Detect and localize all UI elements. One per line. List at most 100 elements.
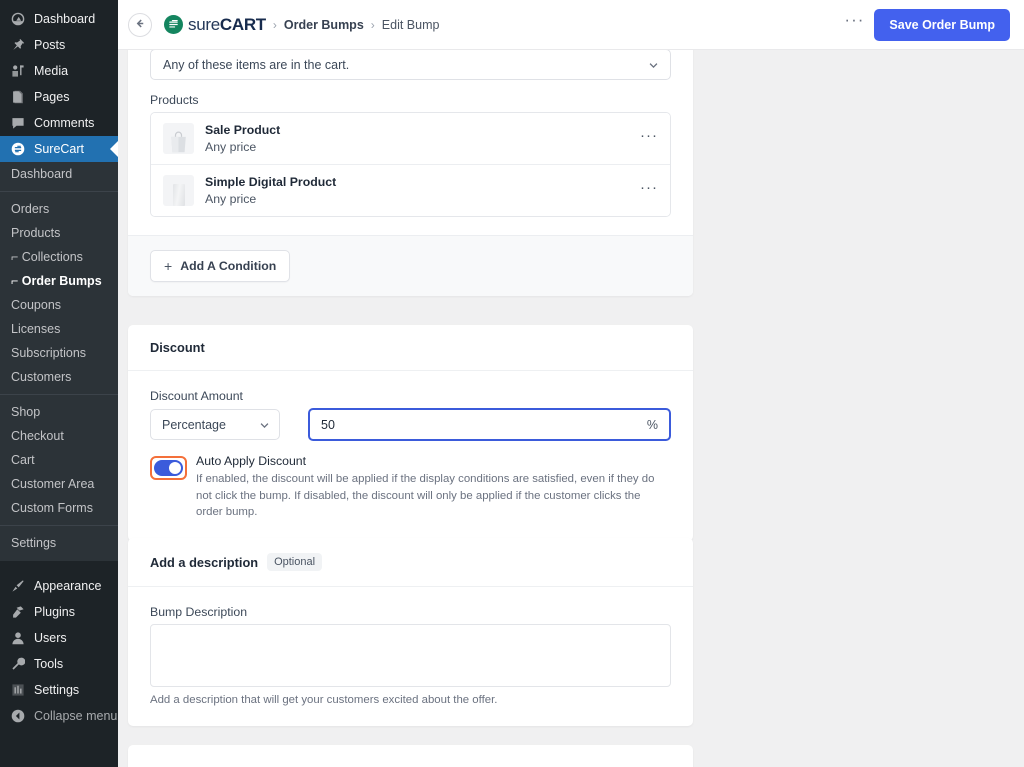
product-meta: Simple Digital Product Any price (205, 174, 640, 207)
sidebar-label: Dashboard (34, 11, 96, 26)
media-icon (9, 62, 27, 80)
description-title: Add a description (150, 554, 259, 570)
sidebar-item-pages[interactable]: Pages (0, 84, 118, 110)
sidebar-item-tools[interactable]: Tools (0, 651, 118, 677)
sidebar-label: Plugins (34, 604, 75, 619)
product-price: Any price (205, 191, 257, 206)
sidebar-item-order-bumps[interactable]: ⌐ Order Bumps (0, 269, 118, 293)
discount-type-value: Percentage (162, 417, 226, 432)
sidebar-item-sc-dashboard[interactable]: Dashboard (0, 162, 118, 186)
sidebar-primary-group: Dashboard Posts Media Pages Comments Sur… (0, 0, 118, 162)
discount-amount-label: Discount Amount (150, 389, 243, 403)
comments-icon (9, 114, 27, 132)
sidebar-label: SureCart (34, 141, 85, 156)
discount-card: Discount Discount Amount Percentage % (128, 325, 693, 541)
appearance-brush-icon (9, 577, 27, 595)
sidebar-item-licenses[interactable]: Licenses (0, 317, 118, 341)
save-order-bump-button[interactable]: Save Order Bump (874, 8, 1010, 41)
auto-apply-discount-label: Auto Apply Discount (196, 454, 307, 468)
sidebar-label: Media (34, 63, 69, 78)
optional-badge: Optional (267, 553, 323, 571)
submenu-divider (0, 191, 118, 192)
wp-admin-sidebar: Dashboard Posts Media Pages Comments Sur… (0, 0, 118, 767)
bump-description-textarea[interactable] (150, 624, 671, 687)
sidebar-item-shop[interactable]: Shop (0, 400, 118, 424)
next-card-peek (128, 745, 693, 767)
add-a-condition-button[interactable]: + Add A Condition (150, 250, 291, 283)
sidebar-label: Pages (34, 89, 70, 104)
discount-amount-input[interactable] (310, 410, 669, 439)
product-row-menu-icon[interactable]: ··· (640, 128, 658, 145)
sidebar-label: Settings (34, 682, 80, 697)
product-meta: Sale Product Any price (205, 122, 640, 155)
sidebar-item-appearance[interactable]: Appearance (0, 573, 118, 599)
discount-card-header: Discount (128, 325, 693, 371)
sidebar-item-surecart[interactable]: SureCart (0, 136, 118, 162)
sidebar-label: Comments (34, 115, 95, 130)
discount-type-select[interactable]: Percentage (150, 409, 280, 440)
sidebar-item-coupons[interactable]: Coupons (0, 293, 118, 317)
sidebar-item-subscriptions[interactable]: Subscriptions (0, 341, 118, 365)
discount-amount-input-wrapper: % (308, 408, 671, 441)
breadcrumb-item-edit-bump: Edit Bump (381, 17, 440, 32)
auto-apply-discount-text: Auto Apply Discount If enabled, the disc… (196, 454, 671, 521)
sidebar-item-sc-settings[interactable]: Settings (0, 531, 118, 555)
sidebar-item-comments[interactable]: Comments (0, 110, 118, 136)
toggle-knob (169, 462, 181, 474)
sidebar-item-checkout[interactable]: Checkout (0, 424, 118, 448)
breadcrumb: › Order Bumps › Edit Bump (266, 18, 440, 32)
surecart-icon (9, 140, 27, 158)
auto-apply-discount-row: Auto Apply Discount If enabled, the disc… (150, 454, 671, 521)
submenu-divider (0, 525, 118, 526)
sidebar-item-collapse-menu[interactable]: Collapse menu (0, 703, 118, 729)
sidebar-item-plugins[interactable]: Plugins (0, 599, 118, 625)
condition-type-select[interactable]: Any of these items are in the cart. (150, 50, 671, 80)
sidebar-item-dashboard[interactable]: Dashboard (0, 6, 118, 32)
add-a-condition-label: Add A Condition (180, 259, 277, 274)
pages-icon (9, 88, 27, 106)
list-item[interactable]: Simple Digital Product Any price ··· (151, 165, 670, 217)
sidebar-item-cart[interactable]: Cart (0, 448, 118, 472)
plus-icon: + (164, 258, 173, 275)
sidebar-item-custom-forms[interactable]: Custom Forms (0, 496, 118, 520)
tote-bag-thumbnail (163, 123, 194, 155)
condition-type-value: Any of these items are in the cart. (163, 57, 350, 72)
collapse-arrow-icon (9, 707, 27, 725)
sidebar-item-products[interactable]: Products (0, 221, 118, 245)
surecart-logo-icon (164, 15, 183, 34)
users-icon (9, 629, 27, 647)
back-button[interactable] (128, 12, 152, 37)
sidebar-item-posts[interactable]: Posts (0, 32, 118, 58)
description-card: Add a description Optional Bump Descript… (128, 538, 693, 726)
percent-suffix: % (646, 417, 658, 432)
plugins-plug-icon (9, 603, 27, 621)
product-row-menu-icon[interactable]: ··· (640, 180, 658, 197)
sidebar-item-customers[interactable]: Customers (0, 365, 118, 389)
logo-text-cart: CART (219, 15, 266, 34)
surecart-logo[interactable]: sureCART (164, 15, 266, 34)
sidebar-item-settings[interactable]: Settings (0, 677, 118, 703)
toggle-highlight-annotation (150, 456, 187, 480)
discount-card-body: Discount Amount Percentage % (128, 371, 693, 541)
sidebar-item-customer-area[interactable]: Customer Area (0, 472, 118, 496)
breadcrumb-separator: › (272, 17, 277, 32)
main-content: Show Bump Offer If Any of these items ar… (118, 50, 1024, 767)
sidebar-label: Collapse menu (34, 708, 118, 723)
sidebar-label: Appearance (34, 578, 102, 593)
sidebar-item-collections[interactable]: ⌐ Collections (0, 245, 118, 269)
sidebar-item-media[interactable]: Media (0, 58, 118, 84)
sidebar-item-orders[interactable]: Orders (0, 197, 118, 221)
logo-text-sure: sure (188, 15, 220, 34)
conditions-card: Show Bump Offer If Any of these items ar… (128, 50, 693, 297)
breadcrumb-item-order-bumps[interactable]: Order Bumps (284, 18, 364, 32)
more-options-icon[interactable]: ··· (834, 11, 874, 32)
tools-wrench-icon (9, 655, 27, 673)
product-name: Simple Digital Product (205, 175, 337, 190)
bump-description-help: Add a description that will get your cus… (150, 694, 498, 706)
sidebar-item-users[interactable]: Users (0, 625, 118, 651)
list-item[interactable]: Sale Product Any price ··· (151, 113, 670, 166)
chevron-down-icon (259, 419, 270, 430)
auto-apply-discount-toggle[interactable] (154, 460, 183, 476)
dashboard-icon (9, 10, 27, 28)
